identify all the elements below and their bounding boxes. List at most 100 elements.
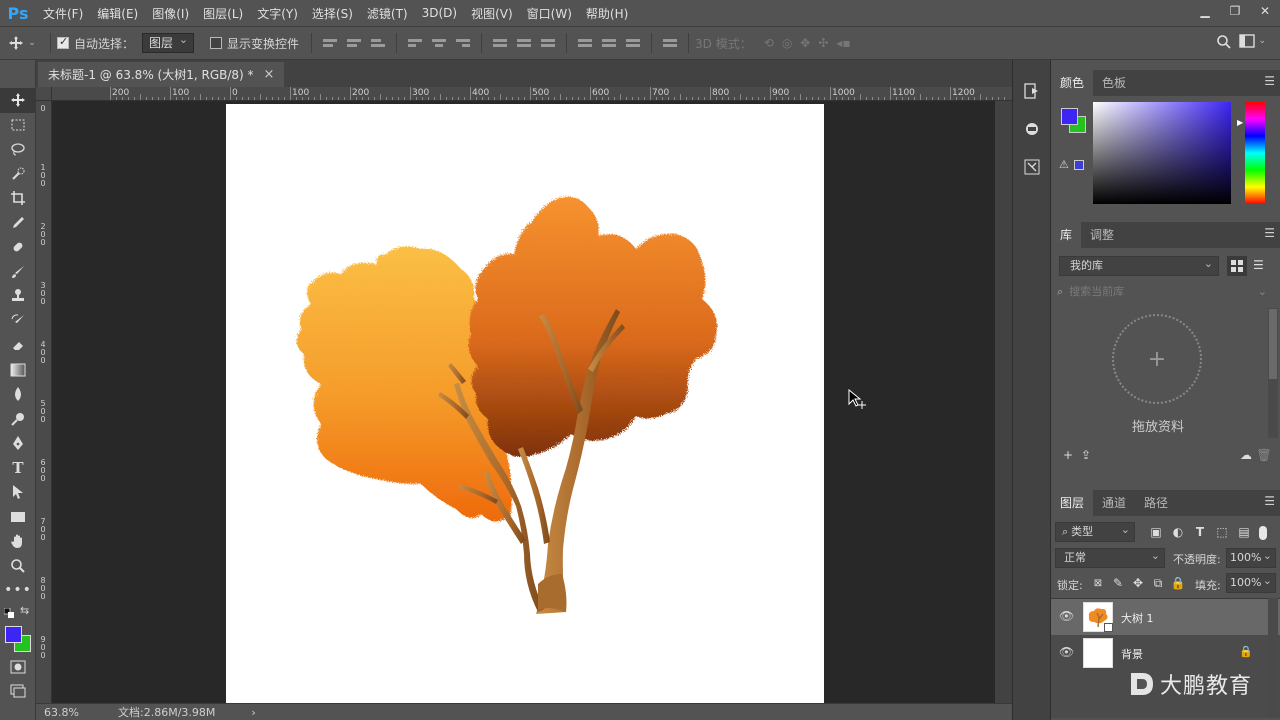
- pen-tool-icon[interactable]: [0, 431, 36, 456]
- tab-color[interactable]: 颜色: [1051, 70, 1094, 96]
- marquee-tool-icon[interactable]: [0, 113, 36, 138]
- menu-type[interactable]: 文字(Y): [250, 5, 305, 22]
- quick-select-tool-icon[interactable]: [0, 162, 36, 187]
- layer-name[interactable]: 背景: [1121, 646, 1143, 662]
- list-view-icon[interactable]: ☰: [1253, 258, 1264, 272]
- close-tab-icon[interactable]: ×: [264, 67, 275, 82]
- lock-artboard-icon[interactable]: ⧉: [1149, 574, 1167, 592]
- tab-swatches[interactable]: 色板: [1093, 70, 1135, 96]
- zoom-level[interactable]: 63.8%: [36, 706, 106, 719]
- restore-icon[interactable]: ❐: [1220, 0, 1250, 22]
- lock-all-icon[interactable]: 🔒: [1169, 574, 1187, 592]
- menu-filter[interactable]: 滤镜(T): [360, 5, 415, 22]
- vertical-ruler[interactable]: 0 100 200 300 400 500 600 700 800 900: [36, 101, 52, 703]
- grid-view-icon[interactable]: [1227, 256, 1247, 276]
- panel-foreground-swatch[interactable]: [1061, 108, 1078, 125]
- align-top-icon[interactable]: [323, 36, 338, 50]
- layer-row[interactable]: 👁 背景 🔒: [1051, 635, 1280, 671]
- auto-select-checkbox[interactable]: [57, 35, 69, 49]
- blur-tool-icon[interactable]: [0, 382, 36, 407]
- distribute-vcenter-icon[interactable]: [517, 36, 532, 50]
- ruler-origin[interactable]: [36, 87, 52, 101]
- tab-layers[interactable]: 图层: [1051, 490, 1094, 516]
- swap-colors-icon[interactable]: ⇆: [20, 604, 29, 617]
- 3d-rotate-icon[interactable]: ⟲: [764, 36, 774, 50]
- menu-file[interactable]: 文件(F): [36, 5, 90, 22]
- cloud-sync-icon[interactable]: ☁: [1237, 446, 1255, 464]
- properties-panel-icon[interactable]: [1013, 110, 1051, 148]
- rectangle-tool-icon[interactable]: [0, 505, 36, 530]
- foreground-color-swatch[interactable]: [5, 625, 22, 643]
- filter-shape-icon[interactable]: ⬚: [1213, 523, 1231, 541]
- layer-row[interactable]: 👁 大树 1: [1051, 599, 1280, 635]
- layers-scrollbar[interactable]: [1268, 598, 1278, 718]
- filter-type-icon[interactable]: T: [1191, 523, 1209, 541]
- screen-mode-icon[interactable]: [0, 679, 36, 704]
- 3d-roll-icon[interactable]: ◎: [782, 36, 792, 50]
- filter-toggle-icon[interactable]: [1259, 526, 1267, 540]
- tab-adjustments[interactable]: 调整: [1081, 222, 1123, 248]
- align-bottom-icon[interactable]: [371, 36, 386, 50]
- blend-mode-dropdown[interactable]: 正常 ⌄: [1055, 548, 1165, 568]
- glyphs-panel-icon[interactable]: [1013, 148, 1051, 186]
- document-tab[interactable]: 未标题-1 @ 63.8% (大树1, RGB/8) * ×: [38, 62, 285, 87]
- dodge-tool-icon[interactable]: [0, 407, 36, 432]
- menu-view[interactable]: 视图(V): [464, 5, 520, 22]
- menu-select[interactable]: 选择(S): [305, 5, 360, 22]
- move-tool-preset-icon[interactable]: ⌄: [0, 35, 44, 51]
- opacity-input[interactable]: 100% ⌄: [1226, 548, 1276, 568]
- panel-menu-icon[interactable]: ☰: [1264, 226, 1275, 240]
- eyedropper-tool-icon[interactable]: [0, 211, 36, 236]
- healing-brush-tool-icon[interactable]: [0, 235, 36, 260]
- filter-adjustment-icon[interactable]: ◐: [1169, 523, 1187, 541]
- lock-transparent-icon[interactable]: ⊠: [1089, 574, 1107, 592]
- layer-filter-dropdown[interactable]: ⌕ 类型 ⌄: [1055, 522, 1135, 542]
- layer-name[interactable]: 大树 1: [1121, 610, 1154, 626]
- align-vcenter-icon[interactable]: [347, 36, 362, 50]
- auto-select-target-dropdown[interactable]: 图层: [142, 31, 195, 53]
- distribute-hcenter-icon[interactable]: [602, 36, 617, 50]
- hue-slider[interactable]: [1245, 102, 1265, 204]
- eraser-tool-icon[interactable]: [0, 333, 36, 358]
- quick-mask-icon[interactable]: [0, 655, 36, 680]
- menu-layer[interactable]: 图层(L): [196, 5, 250, 22]
- distribute-bottom-icon[interactable]: [541, 36, 556, 50]
- move-tool-icon[interactable]: [0, 88, 36, 113]
- 3d-pan-icon[interactable]: ✥: [800, 36, 810, 50]
- clone-stamp-tool-icon[interactable]: [0, 284, 36, 309]
- menu-help[interactable]: 帮助(H): [579, 5, 635, 22]
- hand-tool-icon[interactable]: [0, 529, 36, 554]
- 3d-scale-icon[interactable]: ◂▪: [836, 36, 850, 50]
- show-transform-checkbox[interactable]: [210, 37, 223, 49]
- zoom-tool-icon[interactable]: [0, 554, 36, 579]
- minimize-icon[interactable]: ▁: [1190, 0, 1220, 22]
- menu-edit[interactable]: 编辑(E): [90, 5, 145, 22]
- workspace-switcher-icon[interactable]: ⌄: [1239, 34, 1266, 48]
- history-panel-icon[interactable]: [1013, 72, 1051, 110]
- type-tool-icon[interactable]: T: [0, 456, 36, 481]
- status-menu-arrow[interactable]: ›: [251, 706, 255, 719]
- menu-window[interactable]: 窗口(W): [520, 5, 579, 22]
- tab-libraries[interactable]: 库: [1051, 222, 1082, 248]
- lock-image-icon[interactable]: ✎: [1109, 574, 1127, 592]
- library-trash-icon[interactable]: 🗑: [1255, 446, 1273, 464]
- tab-paths[interactable]: 路径: [1135, 490, 1177, 516]
- library-drop-circle[interactable]: +: [1112, 314, 1202, 404]
- document-canvas[interactable]: [226, 104, 824, 703]
- lock-position-icon[interactable]: ✥: [1129, 574, 1147, 592]
- menu-image[interactable]: 图像(I): [145, 5, 196, 22]
- add-content-icon[interactable]: +: [1059, 446, 1077, 464]
- canvas-pasteboard[interactable]: [52, 101, 995, 703]
- lasso-tool-icon[interactable]: [0, 137, 36, 162]
- horizontal-ruler[interactable]: 200 100 0 100 200 300 400 500 600 700 800 900 1000 11…: [36, 87, 1012, 101]
- search-icon[interactable]: [1216, 34, 1232, 53]
- 3d-slide-icon[interactable]: ✣: [818, 36, 828, 50]
- distribute-right-icon[interactable]: [626, 36, 641, 50]
- library-search[interactable]: ⌕ 搜索当前库 ⌄: [1057, 282, 1271, 302]
- panel-menu-icon[interactable]: ☰: [1264, 74, 1275, 88]
- align-right-icon[interactable]: [456, 36, 471, 50]
- default-colors-icon[interactable]: [3, 607, 14, 621]
- history-brush-tool-icon[interactable]: [0, 309, 36, 334]
- distribute-left-icon[interactable]: [578, 36, 593, 50]
- web-safe-color-icon[interactable]: [1074, 160, 1084, 170]
